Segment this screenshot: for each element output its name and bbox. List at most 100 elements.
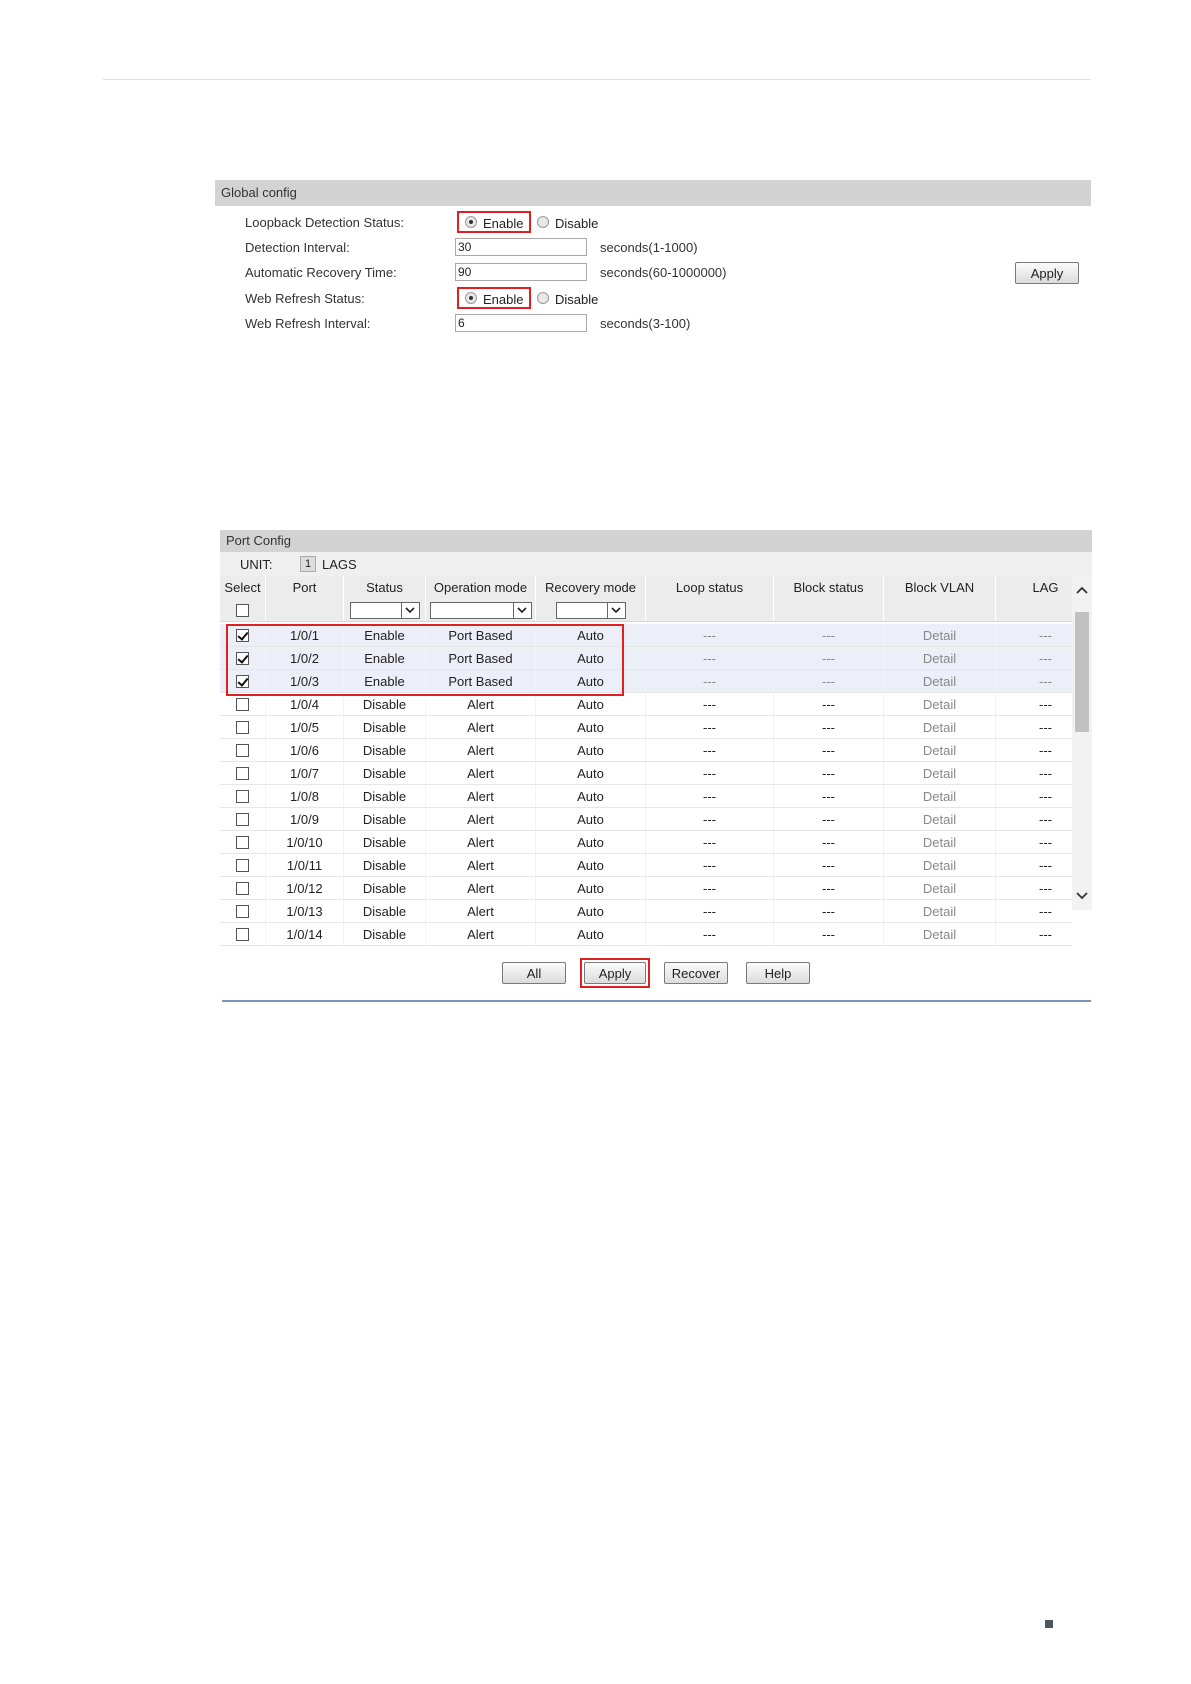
row-select-checkbox[interactable]	[236, 881, 249, 895]
column-header-recovery-mode: Recovery mode	[536, 576, 646, 599]
cell-status: Disable	[344, 785, 426, 807]
cell-port: 1/0/5	[266, 716, 344, 738]
cell-select	[220, 762, 266, 784]
block-vlan-detail-link[interactable]: Detail	[884, 900, 996, 922]
cell-block-status: ---	[774, 739, 884, 761]
help-button[interactable]: Help	[746, 962, 810, 984]
cell-block-status: ---	[774, 647, 884, 669]
row-select-checkbox[interactable]	[236, 835, 249, 849]
column-header-select: Select	[220, 576, 266, 599]
cell-status: Disable	[344, 716, 426, 738]
cell-operation-mode: Port Based	[426, 647, 536, 669]
table-row[interactable]: 1/0/12 Disable Alert Auto --- --- Detail ---	[220, 877, 1072, 900]
block-vlan-detail-link[interactable]: Detail	[884, 693, 996, 715]
row-select-checkbox[interactable]	[236, 674, 249, 688]
detection-interval-input[interactable]	[455, 238, 587, 256]
row-select-checkbox[interactable]	[236, 858, 249, 872]
table-row[interactable]: 1/0/13 Disable Alert Auto --- --- Detail ---	[220, 900, 1072, 923]
row-select-checkbox[interactable]	[236, 927, 249, 941]
cell-status: Disable	[344, 831, 426, 853]
block-vlan-detail-link[interactable]: Detail	[884, 739, 996, 761]
cell-status: Enable	[344, 670, 426, 692]
row-select-checkbox[interactable]	[236, 743, 249, 757]
loopback-disable-radio[interactable]	[537, 216, 549, 228]
cell-status: Disable	[344, 808, 426, 830]
block-vlan-detail-link[interactable]: Detail	[884, 854, 996, 876]
cell-loop-status: ---	[646, 693, 774, 715]
recovery-mode-filter-select[interactable]	[555, 601, 626, 619]
block-vlan-detail-link[interactable]: Detail	[884, 785, 996, 807]
table-header-row: Select Port Status Operation mode Recovery m…	[220, 576, 1072, 599]
cell-select	[220, 716, 266, 738]
table-row[interactable]: 1/0/7 Disable Alert Auto --- --- Detail ---	[220, 762, 1072, 785]
cell-port: 1/0/10	[266, 831, 344, 853]
chevron-up-icon[interactable]	[1072, 580, 1092, 600]
row-select-checkbox[interactable]	[236, 812, 249, 826]
cell-loop-status: ---	[646, 877, 774, 899]
global-config-panel: Global config Loopback Detection Status:…	[215, 180, 1091, 342]
filter-cell-operation-mode	[426, 599, 536, 621]
block-vlan-detail-link[interactable]: Detail	[884, 716, 996, 738]
filter-cell-block-status	[774, 599, 884, 621]
cell-port: 1/0/14	[266, 923, 344, 945]
block-vlan-detail-link[interactable]: Detail	[884, 923, 996, 945]
table-row[interactable]: 1/0/1 Enable Port Based Auto --- --- Detail ---	[220, 624, 1072, 647]
block-vlan-detail-link[interactable]: Detail	[884, 762, 996, 784]
table-row[interactable]: 1/0/6 Disable Alert Auto --- --- Detail ---	[220, 739, 1072, 762]
web-refresh-disable-radio[interactable]	[537, 292, 549, 304]
web-refresh-interval-hint: seconds(3-100)	[600, 316, 691, 331]
table-row[interactable]: 1/0/8 Disable Alert Auto --- --- Detail ---	[220, 785, 1072, 808]
cell-operation-mode: Alert	[426, 831, 536, 853]
select-all-checkbox[interactable]	[236, 603, 249, 617]
block-vlan-detail-link[interactable]: Detail	[884, 670, 996, 692]
web-refresh-enable-radio[interactable]	[465, 292, 477, 304]
recover-button[interactable]: Recover	[664, 962, 728, 984]
lags-link[interactable]: LAGS	[322, 557, 357, 572]
table-row[interactable]: 1/0/9 Disable Alert Auto --- --- Detail ---	[220, 808, 1072, 831]
web-refresh-interval-input[interactable]	[455, 314, 587, 332]
table-row[interactable]: 1/0/11 Disable Alert Auto --- --- Detail ---	[220, 854, 1072, 877]
cell-port: 1/0/7	[266, 762, 344, 784]
chevron-down-icon[interactable]	[1072, 886, 1092, 906]
loopback-enable-radio[interactable]	[465, 216, 477, 228]
row-select-checkbox[interactable]	[236, 720, 249, 734]
operation-mode-filter-select[interactable]	[429, 601, 532, 619]
cell-recovery-mode: Auto	[536, 716, 646, 738]
row-select-checkbox[interactable]	[236, 651, 249, 665]
block-vlan-detail-link[interactable]: Detail	[884, 808, 996, 830]
cell-block-status: ---	[774, 854, 884, 876]
table-row[interactable]: 1/0/2 Enable Port Based Auto --- --- Detail ---	[220, 647, 1072, 670]
table-scrollbar[interactable]	[1072, 576, 1092, 910]
cell-block-status: ---	[774, 831, 884, 853]
port-apply-button[interactable]: Apply	[584, 962, 646, 984]
row-select-checkbox[interactable]	[236, 904, 249, 918]
table-row[interactable]: 1/0/5 Disable Alert Auto --- --- Detail ---	[220, 716, 1072, 739]
block-vlan-detail-link[interactable]: Detail	[884, 647, 996, 669]
cell-status: Disable	[344, 854, 426, 876]
table-row[interactable]: 1/0/3 Enable Port Based Auto --- --- Detail ---	[220, 670, 1072, 693]
cell-status: Disable	[344, 923, 426, 945]
block-vlan-detail-link[interactable]: Detail	[884, 877, 996, 899]
cell-operation-mode: Port Based	[426, 624, 536, 646]
recovery-time-input[interactable]	[455, 263, 587, 281]
table-row[interactable]: 1/0/4 Disable Alert Auto --- --- Detail ---	[220, 693, 1072, 716]
filter-cell-block-vlan	[884, 599, 996, 621]
cell-loop-status: ---	[646, 670, 774, 692]
cell-status: Disable	[344, 877, 426, 899]
cell-operation-mode: Alert	[426, 923, 536, 945]
table-row[interactable]: 1/0/10 Disable Alert Auto --- --- Detail ---	[220, 831, 1072, 854]
unit-1-button[interactable]: 1	[300, 556, 316, 572]
row-select-checkbox[interactable]	[236, 789, 249, 803]
global-apply-button[interactable]: Apply	[1015, 262, 1079, 284]
row-select-checkbox[interactable]	[236, 766, 249, 780]
status-filter-select[interactable]	[349, 601, 420, 619]
row-select-checkbox[interactable]	[236, 697, 249, 711]
table-row[interactable]: 1/0/14 Disable Alert Auto --- --- Detail ---	[220, 923, 1072, 946]
block-vlan-detail-link[interactable]: Detail	[884, 831, 996, 853]
select-all-button[interactable]: All	[502, 962, 566, 984]
scrollbar-thumb[interactable]	[1075, 612, 1089, 732]
cell-loop-status: ---	[646, 808, 774, 830]
cell-recovery-mode: Auto	[536, 854, 646, 876]
row-select-checkbox[interactable]	[236, 628, 249, 642]
block-vlan-detail-link[interactable]: Detail	[884, 624, 996, 646]
